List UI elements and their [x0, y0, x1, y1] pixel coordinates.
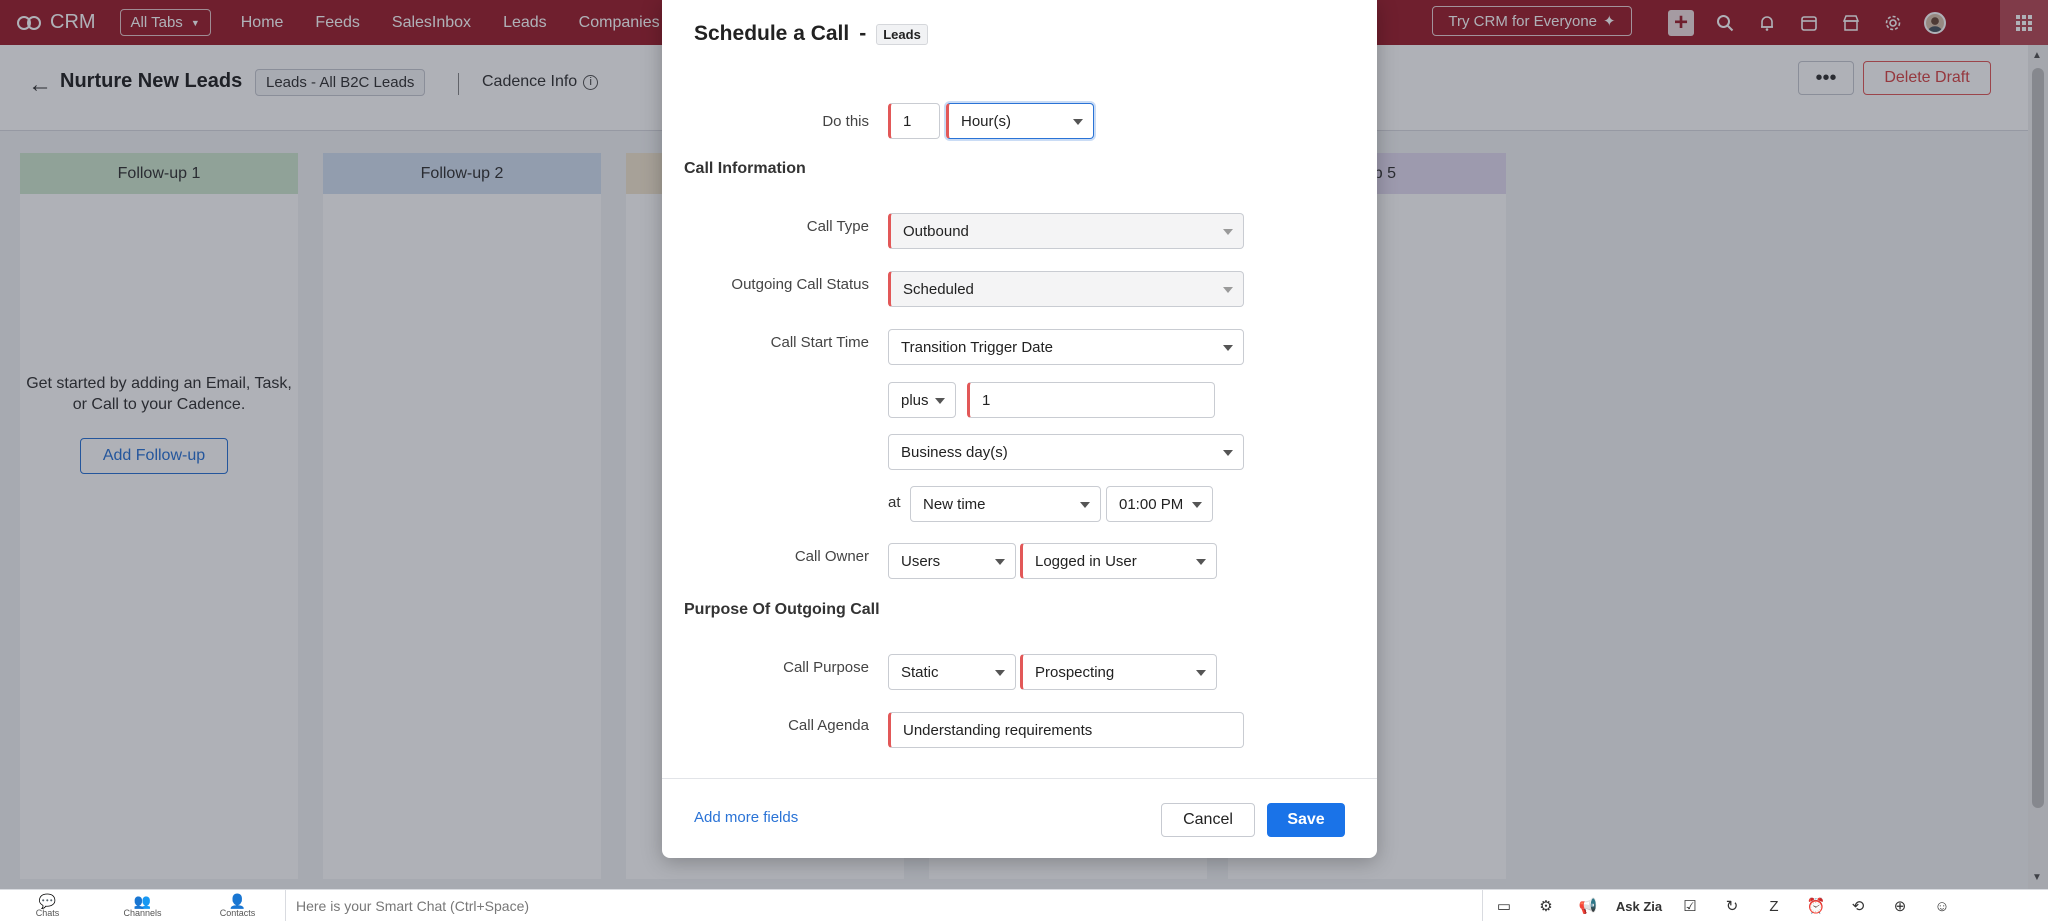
trigger-date-select[interactable]: Transition Trigger Date	[888, 329, 1244, 365]
chevron-down-icon	[935, 398, 945, 404]
time-value: 01:00 PM	[1119, 495, 1184, 513]
history-icon[interactable]: ⟲	[1837, 897, 1879, 915]
call-information-heading: Call Information	[684, 160, 806, 177]
do-this-unit-select[interactable]: Hour(s)	[946, 103, 1094, 139]
chevron-down-icon	[1080, 502, 1090, 508]
channels-button[interactable]: 👥 Channels	[95, 894, 190, 918]
call-type-value: Outbound	[903, 222, 969, 240]
do-this-value-input[interactable]: 1	[888, 103, 940, 139]
call-purpose-type-select[interactable]: Static	[888, 654, 1016, 690]
chevron-down-icon	[1196, 670, 1206, 676]
do-this-value: 1	[903, 112, 912, 130]
call-purpose-type-value: Static	[901, 663, 939, 681]
at-label: at	[888, 494, 901, 511]
contacts-label: Contacts	[219, 907, 256, 918]
offset-unit-select[interactable]: Business day(s)	[888, 434, 1244, 470]
call-purpose-value: Prospecting	[1035, 663, 1115, 681]
call-owner-type-value: Users	[901, 552, 941, 570]
chevron-down-icon	[1223, 287, 1233, 293]
outgoing-call-status-select[interactable]: Scheduled	[888, 271, 1244, 307]
alarm-icon[interactable]: ⏰	[1795, 897, 1837, 915]
trigger-date-value: Transition Trigger Date	[901, 338, 1054, 356]
time-select[interactable]: 01:00 PM	[1106, 486, 1213, 522]
call-owner-label: Call Owner	[794, 548, 869, 565]
chevron-down-icon	[1192, 502, 1202, 508]
call-agenda-value: Understanding requirements	[903, 721, 1093, 739]
add-more-fields-link[interactable]: Add more fields	[694, 809, 798, 826]
call-type-label: Call Type	[806, 218, 869, 235]
rotate-icon[interactable]: ↻	[1711, 897, 1753, 915]
contacts-button[interactable]: 👤 Contacts	[190, 894, 285, 918]
group-icon: 👥	[133, 892, 152, 909]
zia-icon[interactable]: Z	[1753, 898, 1795, 915]
bottom-tools: ▭ ⚙ 📢 Ask Zia ☑ ↻ Z ⏰ ⟲ ⊕ ☺	[1482, 890, 1963, 921]
call-type-select[interactable]: Outbound	[888, 213, 1244, 249]
title-dash: -	[859, 22, 867, 45]
purpose-heading: Purpose Of Outgoing Call	[684, 601, 880, 618]
modal-title: Schedule a Call - Leads	[694, 22, 928, 46]
chevron-down-icon	[1223, 450, 1233, 456]
megaphone-icon[interactable]: 📢	[1567, 897, 1609, 915]
chevron-down-icon	[1073, 119, 1083, 125]
modal-footer: Add more fields Cancel Save	[662, 778, 1377, 858]
operator-value: plus	[901, 391, 929, 409]
modal-title-text: Schedule a Call	[694, 22, 850, 45]
feedback-icon[interactable]: ☺	[1921, 898, 1963, 915]
screen-share-icon[interactable]: ▭	[1483, 897, 1525, 915]
checklist-icon[interactable]: ☑	[1669, 897, 1711, 915]
chat-bubble-icon: 💬	[38, 892, 57, 909]
time-mode-select[interactable]: New time	[910, 486, 1101, 522]
chevron-down-icon	[1223, 229, 1233, 235]
call-owner-value: Logged in User	[1035, 552, 1137, 570]
save-button[interactable]: Save	[1267, 803, 1345, 837]
offset-value: 1	[982, 391, 991, 409]
chevron-down-icon	[1223, 345, 1233, 351]
call-agenda-input[interactable]: Understanding requirements	[888, 712, 1244, 748]
bottom-bar: 💬 Chats 👥 Channels 👤 Contacts Here is yo…	[0, 889, 2048, 921]
accessibility-icon[interactable]: ⊕	[1879, 897, 1921, 915]
time-mode-value: New time	[923, 495, 986, 513]
offset-unit-value: Business day(s)	[901, 443, 1008, 461]
do-this-label: Do this	[822, 113, 869, 130]
call-agenda-label: Call Agenda	[788, 717, 869, 734]
chats-button[interactable]: 💬 Chats	[0, 894, 95, 918]
person-icon: 👤	[228, 892, 247, 909]
call-start-time-label: Call Start Time	[770, 334, 869, 351]
cancel-button[interactable]: Cancel	[1161, 803, 1255, 837]
call-owner-type-select[interactable]: Users	[888, 543, 1016, 579]
smart-chat-input[interactable]: Here is your Smart Chat (Ctrl+Space)	[285, 889, 1485, 921]
do-this-unit: Hour(s)	[961, 112, 1012, 130]
offset-input[interactable]: 1	[967, 382, 1215, 418]
outgoing-call-status-label: Outgoing Call Status	[731, 276, 869, 293]
channels-label: Channels	[123, 907, 162, 918]
schedule-call-modal: Schedule a Call - Leads Do this 1 Hour(s…	[662, 0, 1377, 858]
module-badge: Leads	[876, 23, 928, 45]
call-owner-select[interactable]: Logged in User	[1020, 543, 1217, 579]
operator-select[interactable]: plus	[888, 382, 956, 418]
chats-label: Chats	[35, 907, 60, 918]
settings-tool-icon[interactable]: ⚙	[1525, 897, 1567, 915]
call-purpose-label: Call Purpose	[783, 659, 869, 676]
outgoing-call-status-value: Scheduled	[903, 280, 974, 298]
ask-zia-button[interactable]: Ask Zia	[1609, 899, 1669, 914]
call-purpose-select[interactable]: Prospecting	[1020, 654, 1217, 690]
chevron-down-icon	[995, 670, 1005, 676]
chevron-down-icon	[995, 559, 1005, 565]
chevron-down-icon	[1196, 559, 1206, 565]
